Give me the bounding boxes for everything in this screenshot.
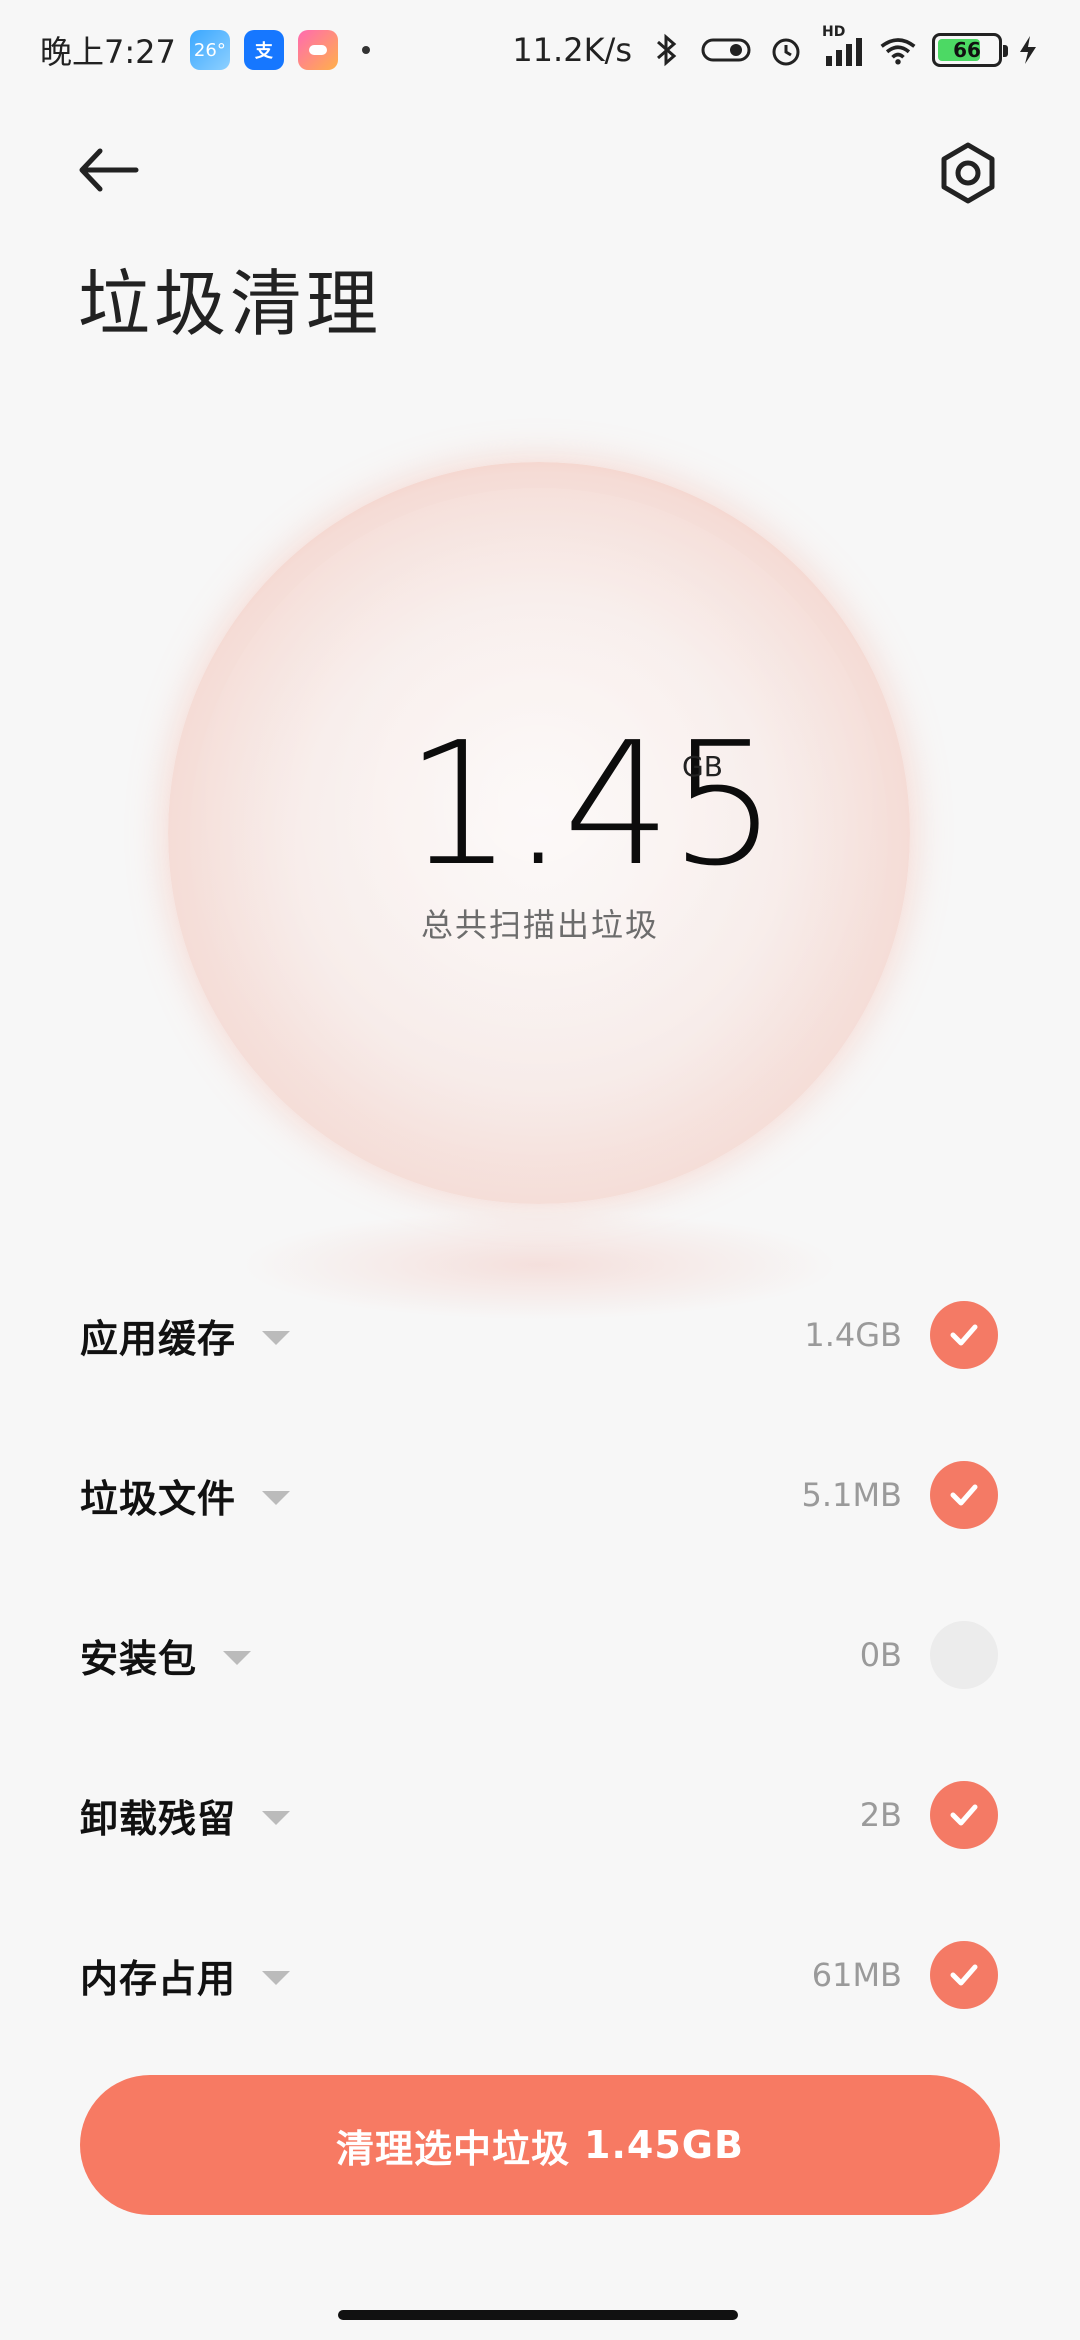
checkbox-app-cache[interactable] xyxy=(930,1301,998,1369)
total-junk-value: 1.45 xyxy=(405,706,778,904)
clean-selected-button[interactable]: 清理选中垃圾 1.45GB xyxy=(80,2075,1000,2215)
check-icon xyxy=(950,1804,978,1826)
clean-button-size: 1.45GB xyxy=(584,2123,744,2167)
back-button[interactable] xyxy=(70,135,150,205)
checkbox-junk-files[interactable] xyxy=(930,1461,998,1529)
weather-badge-text: 26° xyxy=(193,39,226,61)
list-item-label: 安装包 xyxy=(80,1636,198,1681)
junk-category-list: 应用缓存 1.4GB 垃圾文件 5.1MB 安装包 0B 卸载残留 2B 内存占… xyxy=(0,1255,1080,2055)
status-bar-left: 晚上7:27 26° 支 xyxy=(40,27,370,73)
wifi-icon xyxy=(880,38,916,65)
network-type-badge: HD xyxy=(822,24,846,40)
expand-caret-icon[interactable] xyxy=(262,1331,291,1345)
list-item-apk-packages[interactable]: 安装包 0B xyxy=(0,1575,1080,1735)
expand-caret-icon[interactable] xyxy=(223,1651,252,1665)
alarm-icon xyxy=(772,38,800,66)
list-item-label: 内存占用 xyxy=(80,1956,237,2001)
expand-caret-icon[interactable] xyxy=(262,1491,291,1505)
total-junk-unit: GB xyxy=(682,750,723,783)
list-item-app-cache[interactable]: 应用缓存 1.4GB xyxy=(0,1255,1080,1415)
clean-button-label: 清理选中垃圾 xyxy=(336,2126,571,2171)
list-item-uninstall-residue[interactable]: 卸载残留 2B xyxy=(0,1735,1080,1895)
network-speed: 11.2K/s xyxy=(512,31,632,69)
bluetooth-icon xyxy=(657,33,677,67)
check-icon xyxy=(950,1484,978,1506)
settings-icon xyxy=(941,142,995,204)
status-time: 晚上7:27 xyxy=(40,33,176,71)
checkbox-memory-usage[interactable] xyxy=(930,1941,998,2009)
notification-dot-icon xyxy=(361,46,370,54)
list-item-size: 5.1MB xyxy=(801,1476,902,1514)
battery-level: 66 xyxy=(953,38,981,62)
page-title: 垃圾清理 xyxy=(78,262,383,346)
list-item-label: 垃圾文件 xyxy=(80,1476,237,1521)
expand-caret-icon[interactable] xyxy=(262,1971,291,1985)
game-icon xyxy=(297,30,338,70)
list-item-junk-files[interactable]: 垃圾文件 5.1MB xyxy=(0,1415,1080,1575)
charging-icon xyxy=(1020,36,1036,64)
check-icon xyxy=(950,1964,978,1986)
list-item-size: 0B xyxy=(859,1636,902,1674)
alipay-icon: 支 xyxy=(243,30,284,70)
checkbox-apk-packages[interactable] xyxy=(930,1621,998,1689)
list-item-size: 2B xyxy=(859,1796,902,1834)
list-item-size: 61MB xyxy=(811,1956,902,1994)
list-item-size: 1.4GB xyxy=(804,1316,902,1354)
settings-button[interactable] xyxy=(930,135,1006,211)
status-bar-right: 11.2K/s HD 66 xyxy=(512,24,1040,70)
list-item-label: 卸载残留 xyxy=(80,1796,237,1841)
toggle-icon xyxy=(701,38,751,62)
signal-icon: HD xyxy=(820,24,864,70)
battery-icon: 66 xyxy=(932,33,1008,67)
expand-caret-icon[interactable] xyxy=(262,1811,291,1825)
weather-icon: 26° xyxy=(189,30,230,70)
home-indicator[interactable] xyxy=(338,2310,738,2320)
status-bar: 晚上7:27 26° 支 11.2K/s HD 66 xyxy=(0,0,1080,100)
total-junk-caption: 总共扫描出垃圾 xyxy=(420,906,659,944)
list-item-label: 应用缓存 xyxy=(80,1316,237,1361)
checkbox-uninstall-residue[interactable] xyxy=(930,1781,998,1849)
back-arrow-icon xyxy=(79,148,139,192)
list-item-memory-usage[interactable]: 内存占用 61MB xyxy=(0,1895,1080,2055)
check-icon xyxy=(950,1324,978,1346)
alipay-badge-text: 支 xyxy=(254,41,273,62)
